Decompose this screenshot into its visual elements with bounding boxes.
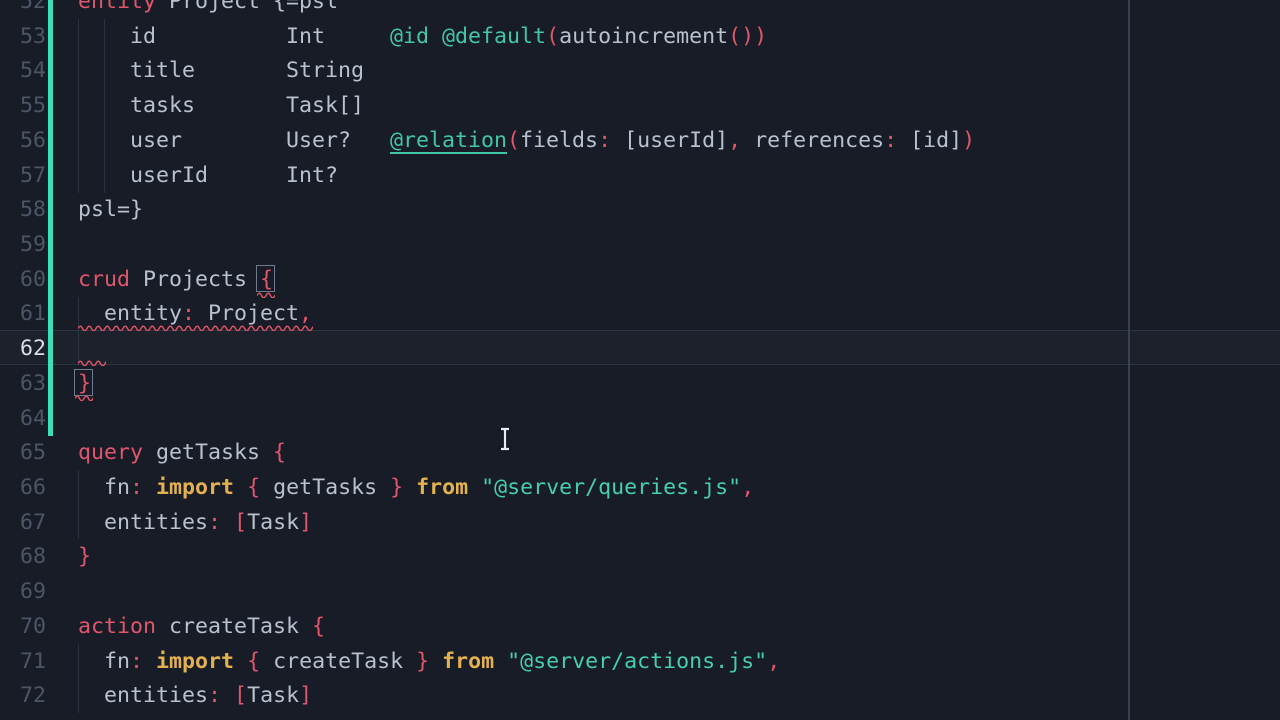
code-text: fn: import { getTasks } from "@server/qu… <box>78 470 754 505</box>
code-line: 57 userId Int? <box>0 158 1280 193</box>
code-text: title String <box>78 53 364 88</box>
line-number: 53 <box>0 19 46 54</box>
line-number: 67 <box>0 505 46 540</box>
code-text: psl=} <box>78 192 143 227</box>
line-number: 64 <box>0 401 46 436</box>
code-line: 73} <box>0 713 1280 720</box>
code-text: entities: [Task] <box>78 678 312 713</box>
line-number: 71 <box>0 644 46 679</box>
code-editor[interactable]: 52entity Project {=psl53 id Int @id @def… <box>0 0 1280 720</box>
code-text: } <box>78 713 91 720</box>
code-text: entity Project {=psl <box>78 0 338 19</box>
code-text: entities: [Task] <box>78 505 312 540</box>
code-text: } <box>78 366 91 401</box>
code-text: id Int @id @default(autoincrement()) <box>78 19 767 54</box>
line-number: 63 <box>0 366 46 401</box>
code-text: fn: import { createTask } from "@server/… <box>78 644 780 679</box>
line-number: 69 <box>0 574 46 609</box>
line-number: 56 <box>0 123 46 158</box>
code-lines[interactable]: 52entity Project {=psl53 id Int @id @def… <box>0 0 1280 720</box>
code-line: 55 tasks Task[] <box>0 88 1280 123</box>
line-number: 73 <box>0 713 46 720</box>
code-line: 68} <box>0 539 1280 574</box>
code-line: 65 query getTasks { <box>0 435 1280 470</box>
code-line: 54 title String <box>0 53 1280 88</box>
line-number: 66 <box>0 470 46 505</box>
line-number: 59 <box>0 227 46 262</box>
line-number: 55 <box>0 88 46 123</box>
line-number: 61 <box>0 296 46 331</box>
code-line: 70 action createTask { <box>0 609 1280 644</box>
code-line: 67 entities: [Task] <box>0 505 1280 540</box>
code-line: 59 <box>0 227 1280 262</box>
ibeam-mouse-cursor <box>497 426 513 452</box>
code-line: 52 entity Project {=psl <box>0 0 1280 19</box>
code-text: } <box>78 539 91 574</box>
line-number: 60 <box>0 262 46 297</box>
line-number: 62 <box>0 331 46 366</box>
line-number: 54 <box>0 53 46 88</box>
code-line: 62 <box>0 331 1280 366</box>
code-line: 71 fn: import { createTask } from "@serv… <box>0 644 1280 679</box>
line-number: 72 <box>0 678 46 713</box>
code-line: 63} <box>0 366 1280 401</box>
line-number: 58 <box>0 192 46 227</box>
code-line: 61 entity: Project, <box>0 296 1280 331</box>
code-line: 60 crud Projects { <box>0 262 1280 297</box>
code-line: 72 entities: [Task] <box>0 678 1280 713</box>
code-text: user User? @relation(fields: [userId], r… <box>78 123 975 158</box>
code-text: tasks Task[] <box>78 88 364 123</box>
code-line: 56 user User? @relation(fields: [userId]… <box>0 123 1280 158</box>
code-line: 69 <box>0 574 1280 609</box>
code-line: 58 psl=} <box>0 192 1280 227</box>
line-number: 70 <box>0 609 46 644</box>
code-text: action createTask { <box>78 609 325 644</box>
code-text: userId Int? <box>78 158 338 193</box>
line-number: 57 <box>0 158 46 193</box>
code-text: entity: Project, <box>78 296 312 331</box>
code-line: 64 <box>0 401 1280 436</box>
line-number: 65 <box>0 435 46 470</box>
code-line: 53 id Int @id @default(autoincrement()) <box>0 19 1280 54</box>
code-text: crud Projects { <box>78 262 273 297</box>
code-text: query getTasks { <box>78 435 286 470</box>
code-line: 66 fn: import { getTasks } from "@server… <box>0 470 1280 505</box>
line-number: 68 <box>0 539 46 574</box>
line-number: 52 <box>0 0 46 19</box>
